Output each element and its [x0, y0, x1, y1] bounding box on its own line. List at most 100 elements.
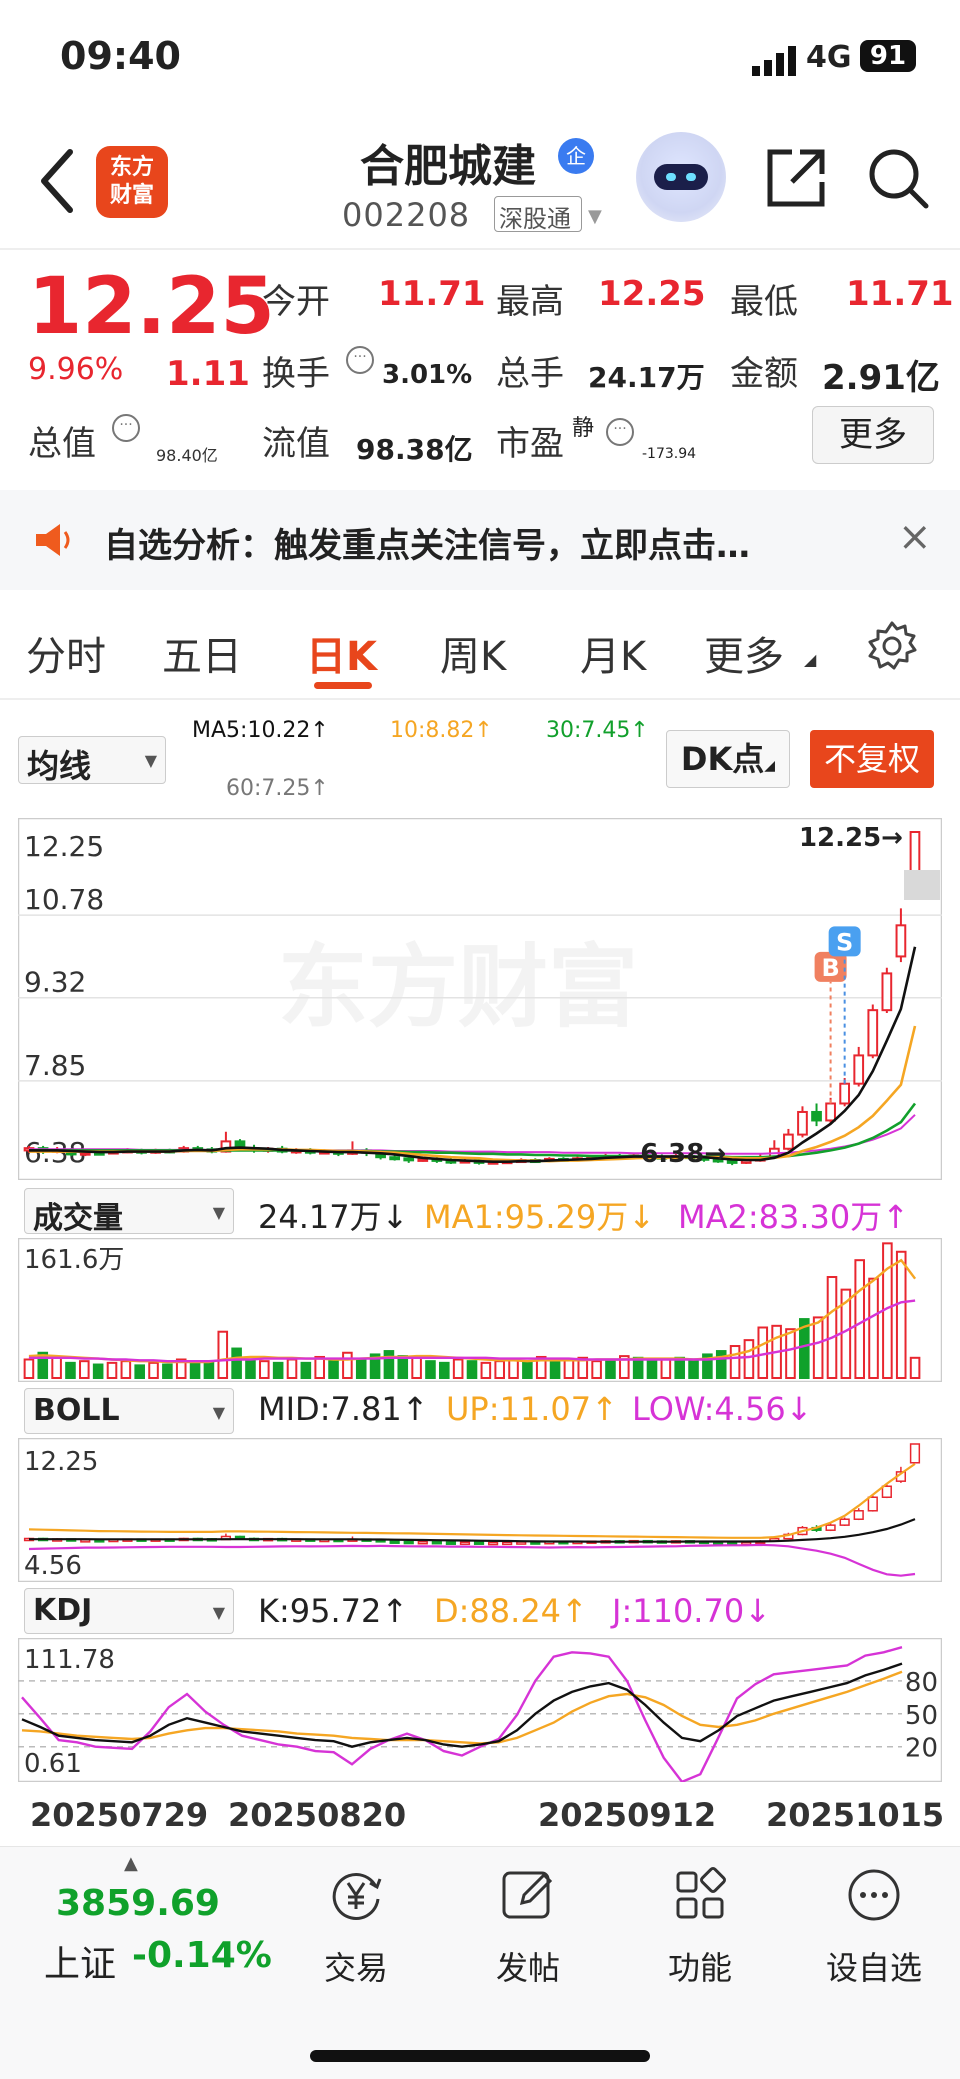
tab-weekly-k[interactable]: 周K	[440, 624, 506, 682]
volume-bar	[868, 1277, 879, 1379]
more-button[interactable]: 更多	[812, 406, 934, 464]
nav-post-label: 发帖	[495, 1949, 560, 1987]
boll-chart[interactable]: 12.25 4.56	[18, 1438, 942, 1582]
caret-up-icon: ▲	[124, 1853, 138, 1874]
search-icon[interactable]	[866, 146, 930, 210]
nav-add-watchlist[interactable]: 设自选	[804, 1865, 944, 1989]
period-tabs: 分时 五日 日K 周K 月K 更多 ◢	[0, 600, 960, 700]
volume-bar	[812, 1316, 824, 1379]
volume-bar	[203, 1361, 215, 1380]
volume-bar	[134, 1364, 145, 1379]
ma60-line	[29, 1114, 916, 1155]
gear-icon[interactable]	[866, 620, 918, 672]
volume-bar	[508, 1358, 519, 1379]
ma30-label: 30:7.45↑	[546, 718, 649, 743]
caret-down-icon: ▼	[212, 1203, 225, 1222]
share-icon[interactable]	[764, 146, 828, 210]
open-value: 11.71	[378, 274, 486, 314]
volume-bar	[494, 1360, 505, 1380]
candle	[403, 1157, 415, 1162]
kdj-level-label: 80	[905, 1668, 938, 1698]
index-name[interactable]: 上证	[44, 1935, 116, 1987]
back-arrow-icon[interactable]	[38, 146, 78, 216]
candle	[867, 1496, 878, 1512]
volume-bar	[314, 1355, 325, 1379]
kdj-select[interactable]: KDJ ▼	[24, 1588, 234, 1634]
volume-bar	[342, 1351, 353, 1379]
kdj-level-label: 20	[905, 1734, 938, 1764]
nav-function[interactable]: 功能	[630, 1865, 770, 1989]
ma-select[interactable]: 均线 ▼	[18, 736, 166, 785]
volume-bar	[328, 1360, 339, 1380]
volume-bar	[549, 1360, 561, 1380]
tab-five-day[interactable]: 五日	[162, 624, 242, 682]
tab-more[interactable]: 更多	[704, 624, 784, 682]
candle	[502, 1541, 513, 1546]
candle	[881, 972, 893, 1012]
index-value[interactable]: 3859.69	[56, 1883, 220, 1924]
candle	[445, 1541, 457, 1545]
dk-point-button[interactable]: DK点◢	[666, 730, 790, 788]
open-label: 今开	[262, 282, 330, 322]
more-dots-icon[interactable]: ···	[346, 346, 374, 374]
turnover-label: 换手	[262, 354, 330, 394]
nav-trade[interactable]: 交易	[286, 1865, 426, 1989]
max-price-label: 12.25→	[799, 823, 903, 853]
candle	[516, 1541, 527, 1545]
candle	[389, 1156, 401, 1161]
volume-bar	[162, 1363, 173, 1379]
more-dots-icon[interactable]: ···	[606, 418, 634, 446]
adjust-button[interactable]: 不复权	[810, 730, 934, 788]
volume-bar	[909, 1356, 921, 1379]
candle	[853, 1510, 864, 1520]
candle	[726, 1159, 738, 1164]
app-logo: 东方 财富	[96, 146, 168, 218]
candle	[811, 1110, 822, 1122]
price-band	[904, 870, 940, 900]
y-axis-label: 111.78	[24, 1645, 115, 1675]
candle	[867, 1009, 879, 1057]
notice-bar[interactable]: 自选分析：触发重点关注信号，立即点击… ×	[0, 490, 960, 590]
volume-bar	[785, 1328, 796, 1379]
volume-select[interactable]: 成交量 ▼	[24, 1188, 234, 1236]
enterprise-badge-icon: 企	[558, 138, 594, 174]
candle	[403, 1540, 414, 1545]
tab-monthly-k[interactable]: 月K	[580, 624, 646, 682]
y-axis-label: 7.85	[24, 1049, 86, 1082]
boll-low-legend: LOW:4.56↓	[632, 1390, 813, 1428]
speaker-icon	[36, 524, 70, 556]
close-icon[interactable]: ×	[898, 514, 932, 560]
more-dots-icon	[848, 1869, 900, 1921]
nav-post[interactable]: 发帖	[458, 1865, 598, 1989]
dk-point-label: DK点	[680, 740, 765, 778]
boll-select-label: BOLL	[33, 1393, 120, 1428]
more-dots-icon[interactable]: ···	[112, 414, 140, 442]
candle	[825, 1102, 836, 1122]
assistant-avatar[interactable]	[636, 132, 726, 222]
volume-bar	[231, 1347, 242, 1380]
volume-bar	[674, 1356, 685, 1379]
sell-marker-label: S	[836, 928, 853, 956]
amount-value: 2.91亿	[822, 358, 940, 398]
tab-daily-k[interactable]: 日K	[306, 624, 377, 682]
index-change[interactable]: -0.14%	[132, 1935, 272, 1976]
boll-mid-legend: MID:7.81↑	[258, 1390, 429, 1428]
date-label: 20250729	[30, 1796, 209, 1834]
exchange-tag[interactable]: 深股通	[494, 196, 582, 232]
kdj-select-label: KDJ	[33, 1593, 93, 1628]
tab-minute[interactable]: 分时	[26, 624, 106, 682]
kdj-chart[interactable]: 805020 111.78 0.61	[18, 1638, 942, 1782]
candlestick-chart[interactable]: 东方财富12.2510.789.327.856.3812.25→6.38→BS	[18, 818, 942, 1180]
volume-bar	[688, 1360, 699, 1380]
volume-bar	[605, 1358, 616, 1379]
active-tab-indicator	[314, 682, 372, 689]
pe-value: -173.94	[642, 446, 697, 462]
volume-chart[interactable]: 161.6万	[18, 1238, 942, 1382]
trade-yen-icon	[332, 1873, 382, 1920]
date-label: 20250820	[228, 1796, 407, 1834]
boll-select[interactable]: BOLL ▼	[24, 1388, 234, 1434]
status-time: 09:40	[60, 34, 181, 78]
candle	[473, 1541, 485, 1545]
y-axis-label: 12.25	[24, 830, 104, 863]
volume-bar	[425, 1360, 436, 1380]
